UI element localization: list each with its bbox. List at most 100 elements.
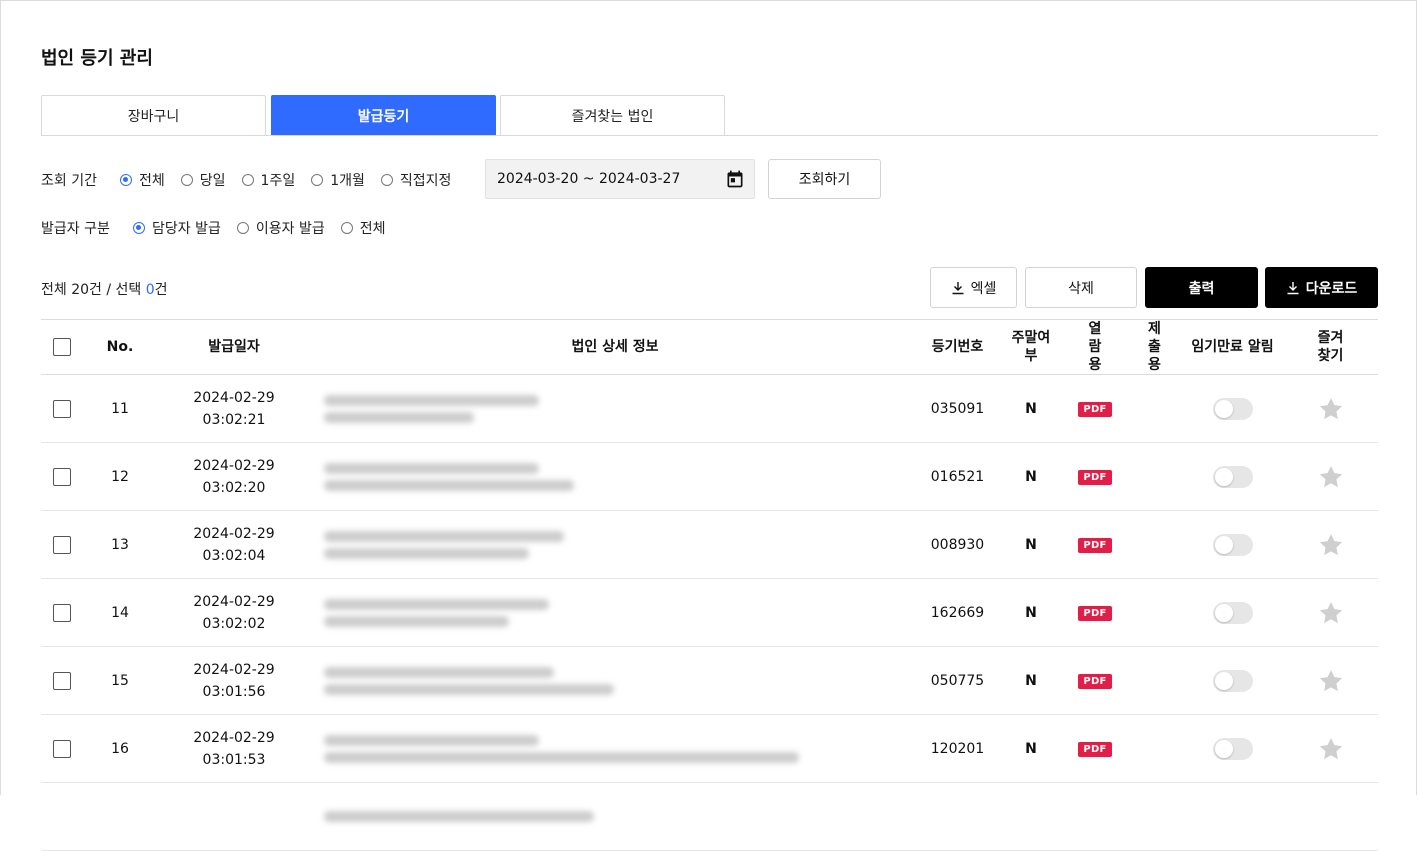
- expiry-alert-toggle[interactable]: [1212, 465, 1253, 488]
- expiry-alert-toggle[interactable]: [1212, 737, 1253, 760]
- row-no: 13: [86, 510, 154, 579]
- row-corp-detail: [314, 578, 916, 647]
- row-weekend: N: [999, 510, 1063, 579]
- pdf-icon[interactable]: PDF: [1078, 742, 1112, 757]
- star-icon[interactable]: [1318, 600, 1344, 626]
- issuer-radio-group: 담당자 발급 이용자 발급 전체: [133, 218, 385, 238]
- period-option-week[interactable]: 1주일: [241, 170, 295, 190]
- row-weekend: N: [999, 374, 1063, 443]
- issuer-option-user[interactable]: 이용자 발급: [236, 218, 325, 238]
- star-icon[interactable]: [1318, 668, 1344, 694]
- row-corp-detail: [314, 442, 916, 511]
- row-expiry-cell: [1182, 374, 1283, 443]
- row-reg-no: 050775: [916, 646, 999, 715]
- pdf-icon[interactable]: PDF: [1078, 674, 1112, 689]
- header-detail: 법인 상세 정보: [314, 319, 916, 375]
- row-submit-cell: [1127, 578, 1182, 647]
- tab-favorites[interactable]: 즐겨찾는 법인: [500, 95, 725, 135]
- row-favorite-cell: [1283, 510, 1378, 579]
- period-option-custom[interactable]: 직접지정: [380, 170, 451, 190]
- redacted-text: [324, 411, 474, 423]
- selected-count: 0: [145, 282, 155, 298]
- star-icon[interactable]: [1318, 396, 1344, 422]
- header-expiry: 임기만료 알림: [1182, 319, 1283, 375]
- period-option-today[interactable]: 당일: [180, 170, 226, 190]
- table-row: 14 2024-02-29 03:02:02 162669 N PDF: [41, 578, 1378, 647]
- row-checkbox[interactable]: [53, 399, 71, 418]
- row-no: 12: [86, 442, 154, 511]
- row-checkbox[interactable]: [53, 467, 71, 486]
- radio-dot: [236, 222, 249, 234]
- redacted-text: [324, 666, 554, 678]
- redacted-text: [324, 751, 799, 763]
- issuer-label: 발급자 구분: [41, 221, 110, 237]
- row-favorite-cell: [1283, 646, 1378, 715]
- radio-dot: [311, 174, 324, 186]
- delete-button[interactable]: 삭제: [1025, 267, 1137, 308]
- pdf-icon[interactable]: PDF: [1078, 538, 1112, 553]
- radio-dot: [340, 222, 353, 234]
- download-button[interactable]: 다운로드: [1265, 267, 1378, 308]
- row-select-cell: [41, 510, 86, 579]
- row-no: 14: [86, 578, 154, 647]
- expiry-alert-toggle[interactable]: [1212, 533, 1253, 556]
- row-reg-no: 120201: [916, 714, 999, 783]
- header-submit: 제출용: [1127, 319, 1182, 375]
- row-no: 15: [86, 646, 154, 715]
- row-issue-date: 2024-02-29 03:02:04: [154, 510, 314, 579]
- row-favorite-cell: [1283, 714, 1378, 783]
- download-icon: [952, 281, 964, 294]
- date-range-field[interactable]: 2024-03-20 ~ 2024-03-27: [485, 159, 755, 199]
- pdf-icon[interactable]: PDF: [1078, 402, 1112, 417]
- header-view: 열람용: [1063, 319, 1127, 375]
- row-expiry-cell: [1182, 714, 1283, 783]
- row-checkbox[interactable]: [53, 739, 71, 758]
- row-checkbox[interactable]: [53, 671, 71, 690]
- row-weekend: N: [999, 714, 1063, 783]
- excel-button[interactable]: 엑셀: [930, 267, 1017, 308]
- table-row: 15 2024-02-29 03:01:56 050775 N PDF: [41, 646, 1378, 715]
- row-expiry-cell: [1182, 578, 1283, 647]
- row-issue-date: 2024-02-29 03:02:21: [154, 374, 314, 443]
- row-submit-cell: [1127, 510, 1182, 579]
- table-row: 16 2024-02-29 03:01:53 120201 N PDF: [41, 714, 1378, 783]
- issuer-option-manager[interactable]: 담당자 발급: [133, 218, 221, 238]
- calendar-icon[interactable]: [725, 169, 745, 189]
- row-select-cell: [41, 578, 86, 647]
- table-row: [41, 782, 1378, 851]
- row-checkbox[interactable]: [53, 535, 71, 554]
- redacted-text: [324, 615, 509, 627]
- period-option-all[interactable]: 전체: [120, 170, 165, 190]
- period-option-month[interactable]: 1개월: [311, 170, 365, 190]
- tab-issued[interactable]: 발급등기: [271, 95, 496, 135]
- row-issue-date: 2024-02-29 03:02:02: [154, 578, 314, 647]
- tab-cart[interactable]: 장바구니: [41, 95, 266, 135]
- issuer-option-all[interactable]: 전체: [340, 218, 385, 238]
- pdf-icon[interactable]: PDF: [1078, 606, 1112, 621]
- row-submit-cell: [1127, 646, 1182, 715]
- row-select-cell: [41, 714, 86, 783]
- print-button[interactable]: 출력: [1145, 267, 1258, 308]
- expiry-alert-toggle[interactable]: [1212, 601, 1253, 624]
- star-icon[interactable]: [1318, 464, 1344, 490]
- star-icon[interactable]: [1318, 532, 1344, 558]
- pdf-icon[interactable]: PDF: [1078, 470, 1112, 485]
- row-issue-date: 2024-02-29 03:02:20: [154, 442, 314, 511]
- redacted-text: [324, 394, 539, 406]
- expiry-alert-toggle[interactable]: [1212, 669, 1253, 692]
- row-favorite-cell: [1283, 374, 1378, 443]
- row-view-cell: PDF: [1063, 442, 1127, 511]
- row-issue-date: 2024-02-29 03:01:53: [154, 714, 314, 783]
- row-no: 11: [86, 374, 154, 443]
- row-checkbox[interactable]: [53, 603, 71, 622]
- select-all-checkbox[interactable]: [53, 338, 71, 356]
- row-submit-cell: [1127, 714, 1182, 783]
- star-icon[interactable]: [1318, 736, 1344, 762]
- expiry-alert-toggle[interactable]: [1212, 397, 1253, 420]
- redacted-text: [324, 598, 549, 610]
- row-view-cell: PDF: [1063, 714, 1127, 783]
- row-reg-no: 162669: [916, 578, 999, 647]
- search-button[interactable]: 조회하기: [768, 159, 881, 199]
- period-radio-group: 전체 당일 1주일 1개월 직접지정: [120, 170, 451, 190]
- row-view-cell: PDF: [1063, 578, 1127, 647]
